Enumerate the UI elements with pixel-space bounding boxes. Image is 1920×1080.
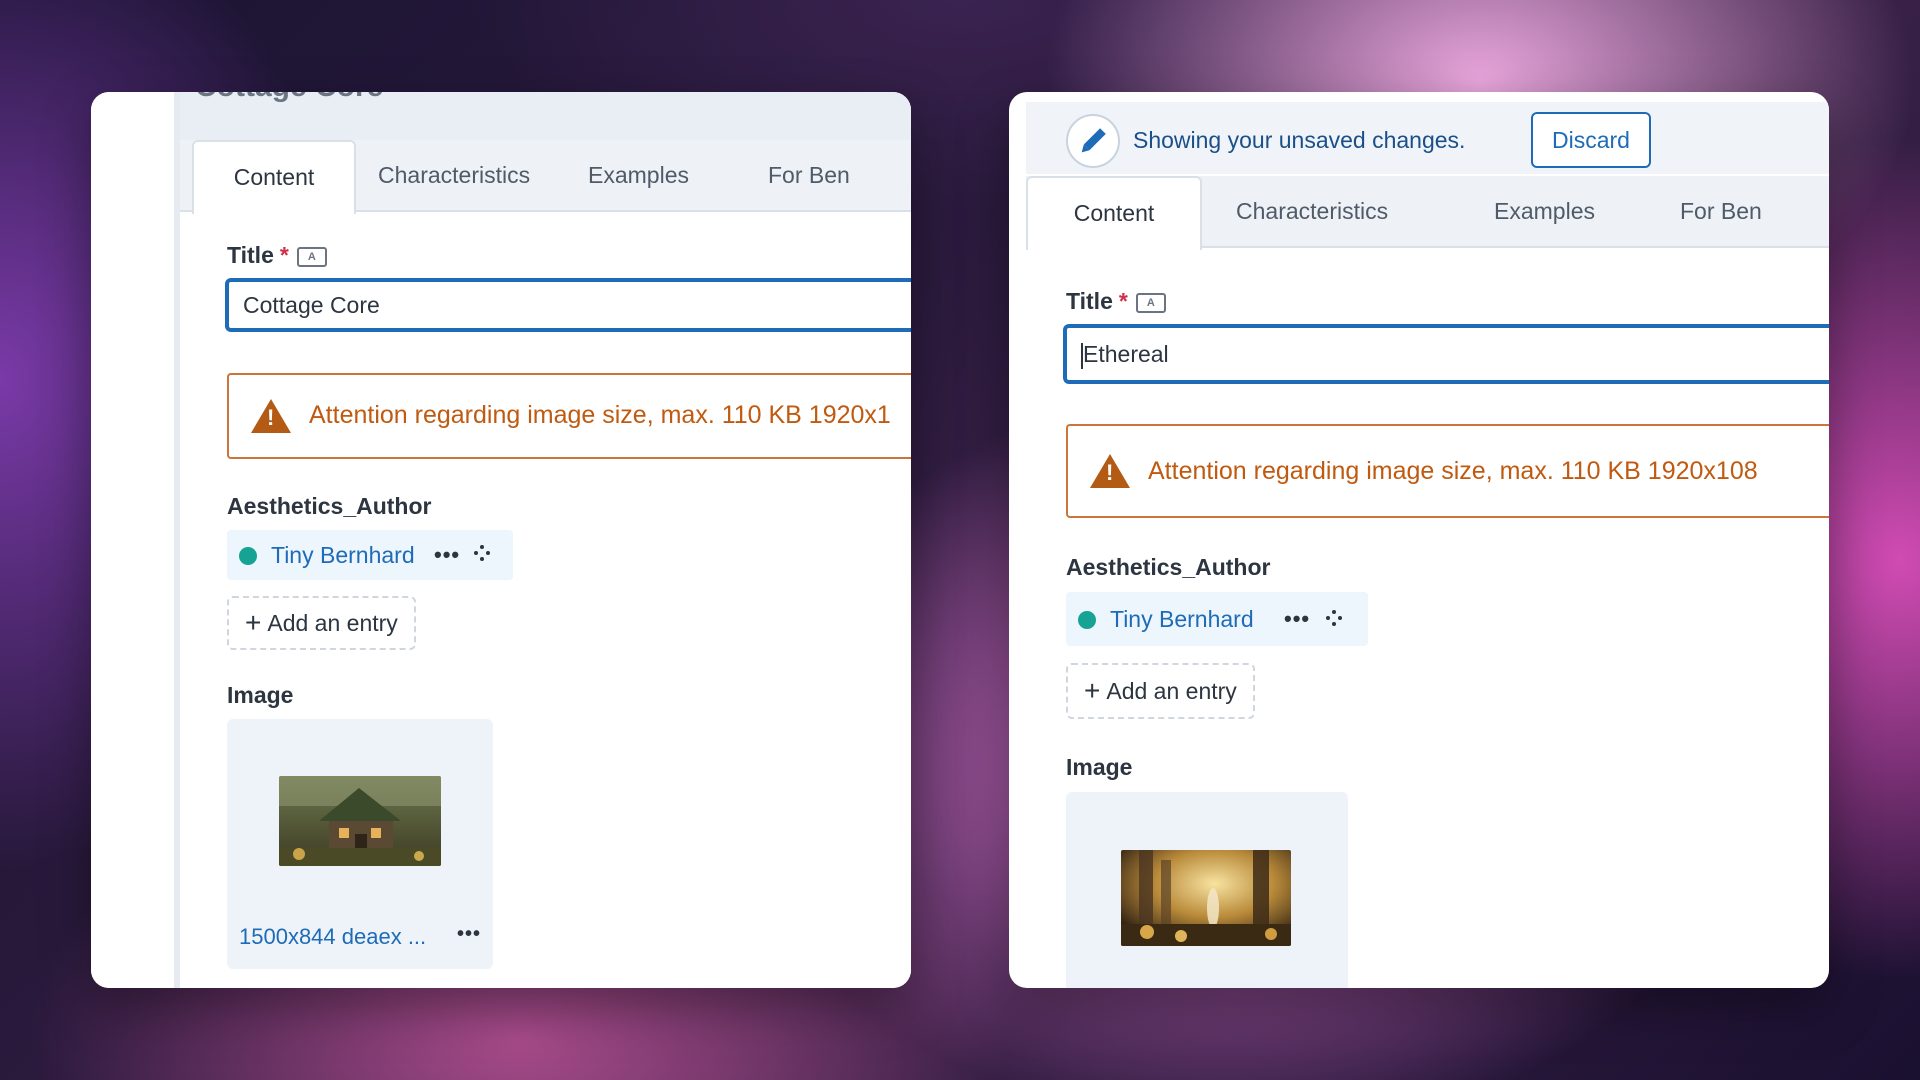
author-name[interactable]: Tiny Bernhard bbox=[271, 542, 415, 569]
tab-bar: Content Characteristics Examples For Ben bbox=[1026, 176, 1829, 250]
add-entry-label: Add an entry bbox=[1106, 678, 1237, 704]
image-file-name[interactable]: 1500x844 deaex ... bbox=[239, 924, 426, 950]
author-name[interactable]: Tiny Bernhard bbox=[1110, 606, 1254, 633]
image-size-warning: Attention regarding image size, max. 110… bbox=[1066, 424, 1829, 518]
unsaved-changes-bar: Showing your unsaved changes. Discard bbox=[1026, 102, 1829, 174]
pencil-icon bbox=[1066, 114, 1120, 168]
drag-handle-icon[interactable] bbox=[1325, 609, 1343, 627]
tab-content[interactable]: Content bbox=[1026, 176, 1202, 250]
author-label: Aesthetics_Author bbox=[1066, 554, 1271, 580]
warning-icon bbox=[251, 399, 291, 433]
required-marker: * bbox=[279, 242, 289, 268]
author-chip[interactable]: Tiny Bernhard ••• bbox=[1066, 592, 1368, 646]
warning-icon bbox=[1090, 454, 1130, 488]
title-label: Title * A bbox=[227, 242, 327, 269]
status-dot bbox=[239, 547, 257, 565]
page-title: Cottage Core bbox=[195, 92, 383, 104]
tab-bar: Content Characteristics Examples For Ben bbox=[180, 140, 911, 214]
page-header: Cottage Core bbox=[180, 92, 911, 140]
add-entry-label: Add an entry bbox=[267, 610, 398, 636]
image-thumbnail[interactable] bbox=[1121, 850, 1291, 946]
left-window: Cottage Core Content Characteristics Exa… bbox=[91, 92, 911, 988]
add-entry-button[interactable]: + Add an entry bbox=[227, 596, 416, 650]
tab-for-ben[interactable]: For Ben bbox=[1680, 176, 1762, 246]
image-label: Image bbox=[1066, 754, 1133, 780]
drag-handle-icon[interactable] bbox=[473, 544, 491, 562]
tab-content[interactable]: Content bbox=[192, 140, 356, 214]
image-card[interactable]: 1500x844 deaex ... ••• bbox=[227, 719, 493, 969]
add-entry-button[interactable]: + Add an entry bbox=[1066, 663, 1255, 719]
title-label: Title * A bbox=[1066, 288, 1166, 315]
tab-examples[interactable]: Examples bbox=[588, 140, 689, 210]
tab-for-ben[interactable]: For Ben bbox=[768, 140, 850, 210]
tab-characteristics[interactable]: Characteristics bbox=[1236, 176, 1388, 246]
image-card[interactable] bbox=[1066, 792, 1348, 988]
more-icon[interactable]: ••• bbox=[434, 542, 460, 568]
warning-text: Attention regarding image size, max. 110… bbox=[1148, 457, 1758, 485]
image-label: Image bbox=[227, 682, 294, 708]
title-input[interactable]: Ethereal bbox=[1063, 324, 1829, 384]
author-label: Aesthetics_Author bbox=[227, 493, 432, 519]
title-input-value: Ethereal bbox=[1083, 341, 1169, 367]
plus-icon: + bbox=[245, 607, 262, 638]
title-label-text: Title bbox=[227, 242, 274, 268]
translate-icon[interactable]: A bbox=[1135, 292, 1166, 313]
title-label-text: Title bbox=[1066, 288, 1113, 314]
right-window: Showing your unsaved changes. Discard Co… bbox=[1009, 92, 1829, 988]
unsaved-changes-text: Showing your unsaved changes. bbox=[1133, 127, 1466, 153]
translate-icon[interactable]: A bbox=[296, 246, 327, 267]
image-size-warning: Attention regarding image size, max. 110… bbox=[227, 373, 911, 459]
required-marker: * bbox=[1118, 288, 1128, 314]
editor-panel: Cottage Core Content Characteristics Exa… bbox=[180, 92, 911, 988]
sidebar bbox=[91, 92, 174, 988]
status-dot bbox=[1078, 611, 1096, 629]
warning-text: Attention regarding image size, max. 110… bbox=[309, 401, 891, 429]
image-thumbnail[interactable] bbox=[279, 776, 441, 866]
more-icon[interactable]: ••• bbox=[1284, 606, 1310, 632]
discard-button[interactable]: Discard bbox=[1531, 112, 1651, 168]
plus-icon: + bbox=[1084, 675, 1101, 706]
tab-characteristics[interactable]: Characteristics bbox=[378, 140, 530, 210]
author-chip[interactable]: Tiny Bernhard ••• bbox=[227, 530, 513, 580]
image-more-icon[interactable]: ••• bbox=[457, 923, 481, 946]
title-input[interactable]: Cottage Core bbox=[225, 278, 911, 332]
tab-examples[interactable]: Examples bbox=[1494, 176, 1595, 246]
